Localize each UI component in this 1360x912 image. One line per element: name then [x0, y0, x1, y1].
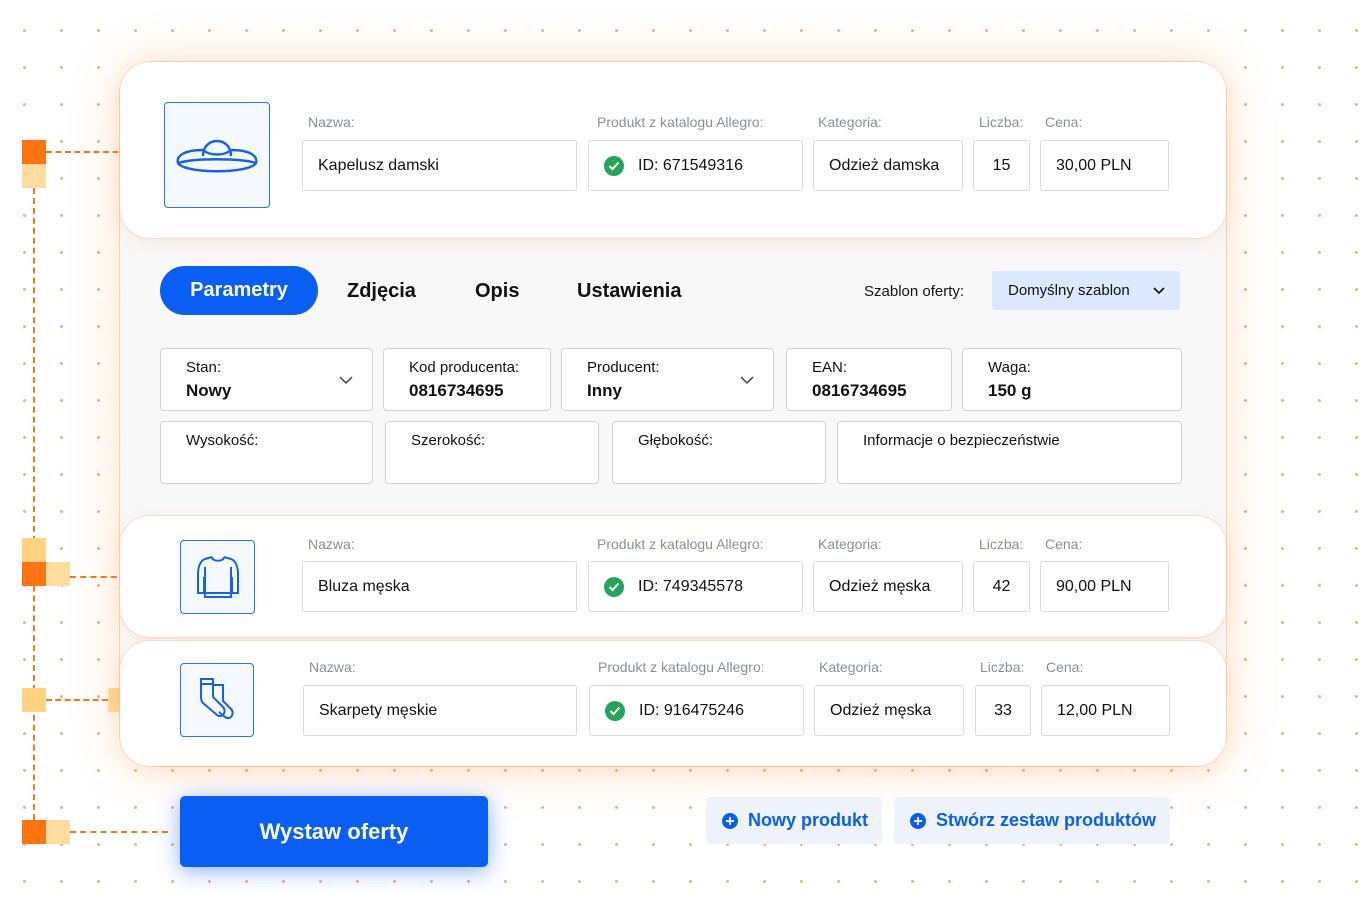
chevron-down-icon [740, 376, 754, 385]
quantity-input[interactable]: 42 [973, 561, 1030, 612]
category-label: Kategoria: [818, 536, 882, 552]
quantity-input[interactable]: 33 [975, 685, 1031, 736]
connector-line [46, 699, 108, 701]
kod-label: Kod producenta: [409, 359, 520, 376]
price-input[interactable]: 12,00 PLN [1041, 685, 1170, 736]
check-icon [605, 700, 625, 721]
quantity-input[interactable]: 15 [973, 140, 1030, 191]
connector-node [22, 164, 46, 188]
quantity-label: Liczba: [980, 659, 1025, 675]
catalog-id: ID: 671549316 [638, 156, 743, 174]
publish-offers-button[interactable]: Wystaw oferty [180, 796, 488, 867]
product-row: Nazwa: Skarpety męskie Produkt z katalog… [120, 641, 1226, 766]
product-thumbnail[interactable] [180, 663, 254, 737]
connector-node [22, 688, 46, 712]
catalog-id: ID: 749345578 [638, 577, 743, 595]
price-input[interactable]: 90,00 PLN [1040, 561, 1169, 612]
catalog-label: Produkt z katalogu Allegro: [597, 536, 764, 552]
name-input[interactable]: Bluza męska [302, 561, 577, 612]
chevron-down-icon [1153, 287, 1165, 295]
price-label: Cena: [1045, 536, 1083, 552]
catalog-label: Produkt z katalogu Allegro: [598, 659, 765, 675]
template-label: Szablon oferty: [864, 283, 965, 300]
template-value: Domyślny szablon [1008, 282, 1130, 299]
price-label: Cena: [1046, 659, 1084, 675]
waga-label: Waga: [988, 359, 1031, 376]
product-row: Nazwa: Bluza męska Produkt z katalogu Al… [120, 516, 1226, 637]
connector-node [22, 538, 46, 562]
name-input[interactable]: Skarpety męskie [303, 685, 577, 736]
create-set-button[interactable]: Stwórz zestaw produktów [894, 797, 1170, 844]
connector-node [46, 562, 70, 586]
plus-circle-icon [722, 812, 738, 829]
name-input[interactable]: Kapelusz damski [302, 140, 577, 191]
price-input[interactable]: 30,00 PLN [1040, 140, 1169, 191]
connector-line [70, 831, 168, 833]
bezpieczenstwo-label: Informacje o bezpieczeństwie [863, 432, 1060, 449]
sweatshirt-icon [196, 556, 239, 598]
category-label: Kategoria: [818, 114, 882, 130]
waga-value: 150 g [988, 381, 1032, 400]
kod-value: 0816734695 [409, 381, 504, 400]
category-field[interactable]: Odzież męska [814, 685, 964, 736]
producent-label: Producent: [587, 359, 660, 376]
producent-value: Inny [587, 381, 622, 400]
quantity-label: Liczba: [979, 114, 1024, 130]
name-label: Nazwa: [308, 536, 355, 552]
quantity-label: Liczba: [979, 536, 1024, 552]
wysokosc-label: Wysokość: [186, 432, 259, 449]
check-icon [604, 155, 624, 176]
bezpieczenstwo-field[interactable]: Informacje o bezpieczeństwie [837, 421, 1182, 484]
ean-value: 0816734695 [812, 381, 907, 400]
name-label: Nazwa: [309, 659, 356, 675]
catalog-id-field[interactable]: ID: 671549316 [588, 140, 803, 191]
waga-field[interactable]: Waga: 150 g [962, 348, 1182, 411]
tab-ustawienia[interactable]: Ustawienia [577, 280, 681, 303]
category-label: Kategoria: [819, 659, 883, 675]
stan-value: Nowy [186, 381, 232, 400]
glebokosc-label: Głębokość: [638, 432, 714, 449]
product-thumbnail[interactable] [180, 540, 255, 614]
price-label: Cena: [1045, 114, 1083, 130]
new-product-button[interactable]: Nowy produkt [706, 797, 882, 844]
glebokosc-field[interactable]: Głębokość: [612, 421, 826, 484]
wysokosc-field[interactable]: Wysokość: [160, 421, 373, 484]
create-set-label: Stwórz zestaw produktów [936, 810, 1157, 830]
name-label: Nazwa: [308, 114, 355, 130]
ean-label: EAN: [812, 359, 848, 376]
szerokosc-label: Szerokość: [411, 432, 486, 449]
connector-node [46, 820, 70, 844]
new-product-label: Nowy produkt [748, 810, 868, 830]
category-field[interactable]: Odzież męska [813, 561, 963, 612]
producent-select[interactable]: Producent: Inny [561, 348, 774, 411]
product-row: Nazwa: Kapelusz damski Produkt z katalog… [120, 62, 1226, 238]
kod-producenta-field[interactable]: Kod producenta: 0816734695 [383, 348, 551, 411]
product-thumbnail[interactable] [164, 102, 270, 208]
connector-node [22, 562, 46, 586]
plus-circle-icon [910, 812, 926, 829]
template-select[interactable]: Domyślny szablon [992, 271, 1180, 310]
connector-line [46, 151, 128, 153]
tab-zdjecia[interactable]: Zdjęcia [347, 280, 416, 303]
socks-icon [200, 678, 234, 719]
catalog-id-field[interactable]: ID: 749345578 [588, 561, 803, 612]
stan-select[interactable]: Stan: Nowy [160, 348, 373, 411]
catalog-label: Produkt z katalogu Allegro: [597, 114, 764, 130]
connector-node [22, 820, 46, 844]
connector-line [33, 188, 35, 830]
chevron-down-icon [339, 376, 353, 385]
szerokosc-field[interactable]: Szerokość: [385, 421, 599, 484]
connector-node [22, 140, 46, 164]
hat-icon [176, 139, 258, 173]
tab-opis[interactable]: Opis [475, 280, 519, 303]
ean-field[interactable]: EAN: 0816734695 [786, 348, 952, 411]
catalog-id-field[interactable]: ID: 916475246 [589, 685, 804, 736]
category-field[interactable]: Odzież damska [813, 140, 963, 191]
stan-label: Stan: [186, 359, 222, 376]
catalog-id: ID: 916475246 [639, 701, 744, 719]
tab-parametry[interactable]: Parametry [160, 266, 318, 315]
check-icon [604, 576, 624, 597]
